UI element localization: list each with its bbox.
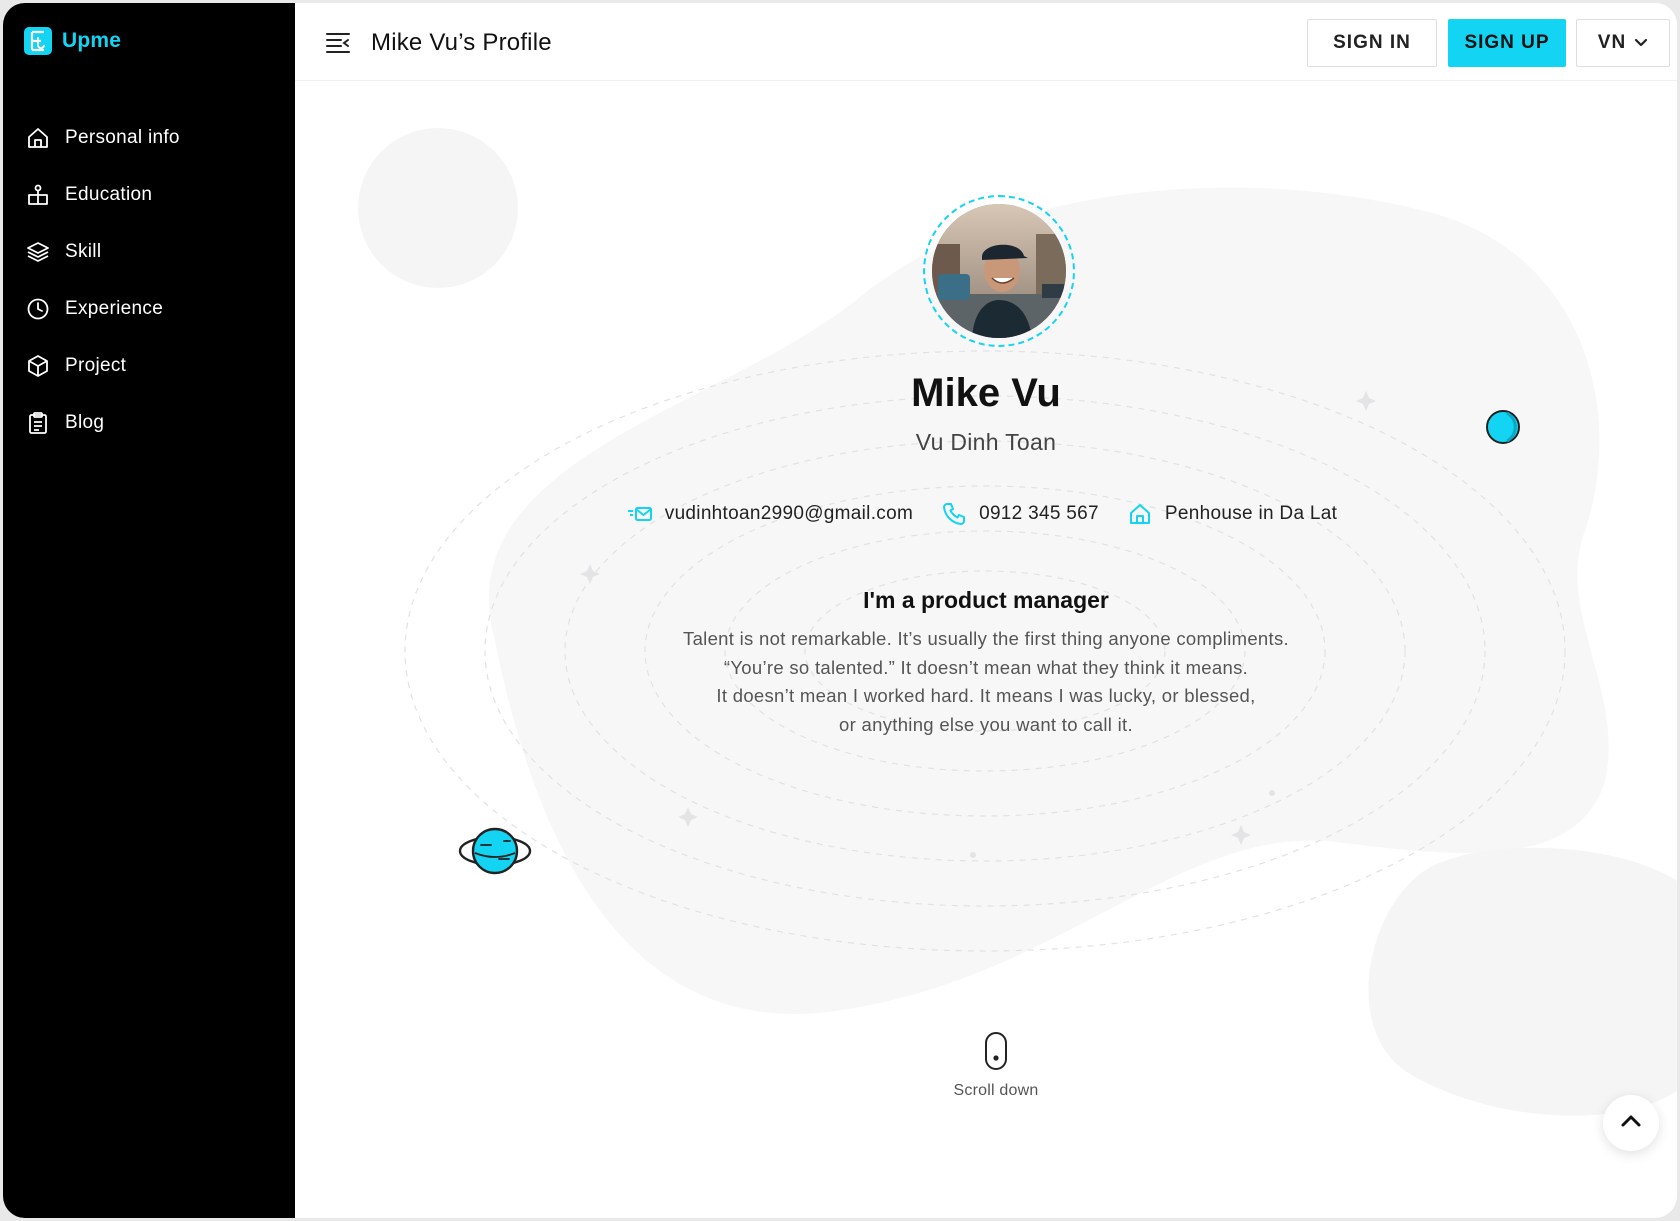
avatar [932, 204, 1066, 338]
sidebar-item-label: Skill [65, 240, 102, 262]
scroll-down-label: Scroll down [953, 1082, 1039, 1099]
language-select[interactable]: VN [1576, 19, 1670, 67]
sidebar-nav: Personal info Education Skill Experience [25, 109, 285, 451]
contact-email-text: vudinhtoan2990@gmail.com [664, 503, 914, 524]
phone-icon [941, 501, 967, 527]
menu-toggle-icon[interactable] [325, 30, 351, 54]
home-icon [25, 125, 51, 151]
clock-icon [25, 296, 51, 322]
chevron-up-icon [1620, 1114, 1642, 1133]
contact-phone-text: 0912 345 567 [979, 503, 1099, 524]
mail-icon [627, 501, 653, 527]
brand-logo-icon [24, 27, 52, 55]
app-window: Upme Personal info Education Skill Exper… [3, 3, 1677, 1218]
contact-phone[interactable]: 0912 345 567 [941, 501, 1099, 527]
sidebar: Upme Personal info Education Skill Exper… [3, 3, 295, 1218]
bio-line: Talent is not remarkable. It’s usually t… [683, 628, 1289, 649]
profile-avatar [923, 195, 1075, 347]
profile-name: Mike Vu [911, 371, 1061, 415]
layers-icon [25, 239, 51, 265]
brand[interactable]: Upme [24, 27, 121, 55]
chevron-down-icon [1634, 32, 1648, 54]
home-icon [1127, 501, 1153, 527]
language-value: VN [1597, 32, 1627, 53]
sidebar-item-label: Personal info [65, 126, 180, 148]
sidebar-item-personal-info[interactable]: Personal info [25, 109, 285, 166]
sign-in-button[interactable]: SIGN IN [1307, 19, 1437, 67]
profile-bio: Talent is not remarkable. It’s usually t… [645, 625, 1327, 739]
page-title: Mike Vu’s Profile [371, 29, 552, 56]
sidebar-item-skill[interactable]: Skill [25, 223, 285, 280]
bio-line: It doesn’t mean I worked hard. It means … [716, 685, 1256, 706]
contact-email[interactable]: vudinhtoan2990@gmail.com [627, 501, 913, 527]
sidebar-item-education[interactable]: Education [25, 166, 285, 223]
sidebar-item-label: Experience [65, 297, 164, 319]
bio-line: “You’re so talented.” It doesn’t mean wh… [723, 656, 1249, 678]
cube-icon [25, 353, 51, 379]
contact-address[interactable]: Penhouse in Da Lat [1127, 501, 1337, 527]
brand-name: Upme [62, 29, 122, 52]
sidebar-item-blog[interactable]: Blog [25, 394, 285, 451]
sidebar-item-label: Project [65, 354, 127, 376]
sidebar-item-experience[interactable]: Experience [25, 280, 285, 337]
clipboard-icon [25, 410, 51, 436]
top-bar: Mike Vu’s Profile SIGN IN SIGN UP VN [295, 3, 1677, 81]
education-icon [25, 182, 51, 208]
bio-line: or anything else you want to call it. [839, 713, 1133, 735]
profile-main: Mike Vu Vu Dinh Toan vudinhtoan2990@gmai… [295, 81, 1677, 1218]
profile-full-name: Vu Dinh Toan [915, 429, 1057, 455]
back-to-top-button[interactable] [1603, 1095, 1659, 1151]
contact-address-text: Penhouse in Da Lat [1164, 503, 1338, 524]
planet-icon [458, 827, 532, 875]
sidebar-item-label: Blog [65, 411, 105, 433]
sidebar-item-label: Education [65, 183, 153, 205]
scroll-down-hint[interactable]: Scroll down [896, 1031, 1096, 1100]
sidebar-item-project[interactable]: Project [25, 337, 285, 394]
profile-headline: I'm a product manager [863, 587, 1109, 613]
contact-list: vudinhtoan2990@gmail.com 0912 345 567 Pe… [295, 501, 1677, 527]
mouse-icon [983, 1032, 1009, 1075]
sign-up-button[interactable]: SIGN UP [1448, 19, 1566, 67]
